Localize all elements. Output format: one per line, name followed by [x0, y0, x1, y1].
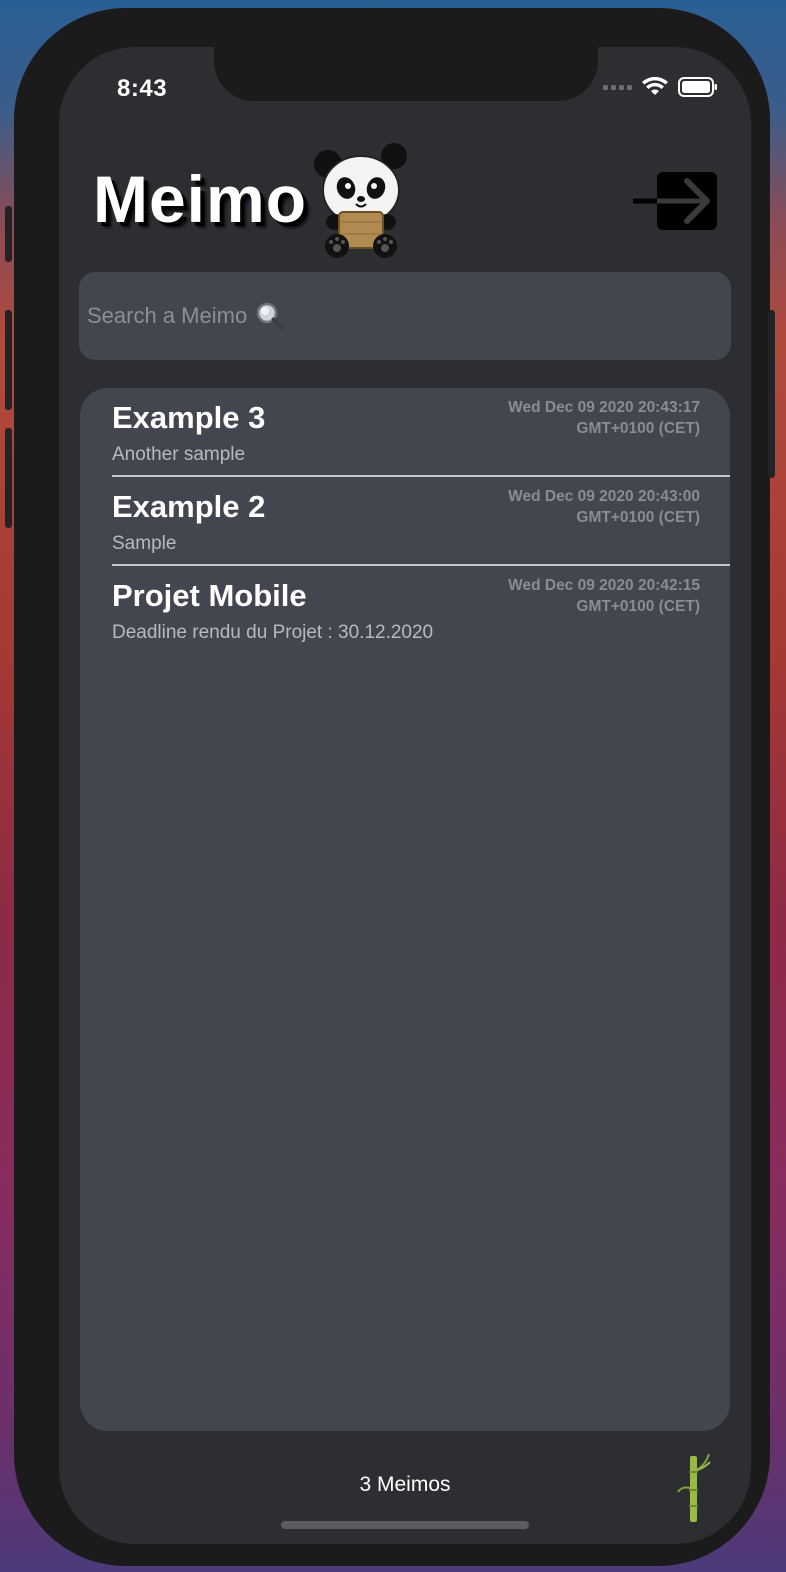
- battery-icon: [678, 77, 717, 97]
- memo-date-line1: Wed Dec 09 2020 20:43:17: [508, 399, 700, 416]
- memo-subtitle: Another sample: [112, 444, 246, 465]
- volume-up-button: [5, 310, 12, 410]
- cellular-signal-icon: [603, 84, 632, 90]
- memo-subtitle: Sample: [112, 533, 177, 554]
- memo-date: Wed Dec 09 2020 20:42:15 GMT+0100 (CET): [440, 575, 700, 617]
- mute-switch: [5, 206, 12, 262]
- list-item[interactable]: Example 2 Sample Wed Dec 09 2020 20:43:0…: [80, 477, 730, 566]
- memo-title: Projet Mobile: [112, 578, 307, 613]
- memo-subtitle: Deadline rendu du Projet : 30.12.2020: [112, 622, 434, 643]
- power-button: [768, 310, 775, 478]
- notch: [214, 47, 598, 101]
- memo-date-line2: GMT+0100 (CET): [576, 598, 700, 615]
- arrow-right-to-bracket-icon: [633, 172, 717, 230]
- app-screen: 8:43 Meimo Search a Meimo Example 3 Anot…: [59, 47, 751, 1544]
- panda-logo-icon: [314, 143, 407, 258]
- magnifying-glass-icon: [256, 302, 285, 330]
- search-input[interactable]: Search a Meimo: [87, 303, 247, 329]
- memo-date-line1: Wed Dec 09 2020 20:42:15: [508, 577, 700, 594]
- memo-date: Wed Dec 09 2020 20:43:17 GMT+0100 (CET): [440, 397, 700, 439]
- logout-button[interactable]: [631, 171, 721, 233]
- search-bar[interactable]: Search a Meimo: [79, 272, 731, 360]
- list-item[interactable]: Projet Mobile Deadline rendu du Projet :…: [80, 566, 730, 655]
- wifi-icon: [642, 77, 668, 95]
- phone-frame: 8:43 Meimo Search a Meimo Example 3 Anot…: [5, 8, 775, 1566]
- volume-down-button: [5, 428, 12, 528]
- memo-date-line1: Wed Dec 09 2020 20:43:00: [508, 488, 700, 505]
- status-time: 8:43: [117, 75, 168, 102]
- memo-title: Example 2: [112, 489, 266, 524]
- memo-date: Wed Dec 09 2020 20:43:00 GMT+0100 (CET): [440, 486, 700, 528]
- status-icons: [603, 77, 718, 97]
- home-indicator[interactable]: [281, 1521, 529, 1529]
- memo-list: Example 3 Another sample Wed Dec 09 2020…: [80, 388, 730, 1431]
- memo-date-line2: GMT+0100 (CET): [576, 509, 700, 526]
- app-title: Meimo: [93, 162, 308, 236]
- memo-count-label: 3 Meimos: [359, 1473, 451, 1496]
- list-item[interactable]: Example 3 Another sample Wed Dec 09 2020…: [80, 388, 730, 477]
- bamboo-icon[interactable]: [676, 1452, 716, 1524]
- memo-title: Example 3: [112, 400, 266, 435]
- memo-date-line2: GMT+0100 (CET): [576, 420, 700, 437]
